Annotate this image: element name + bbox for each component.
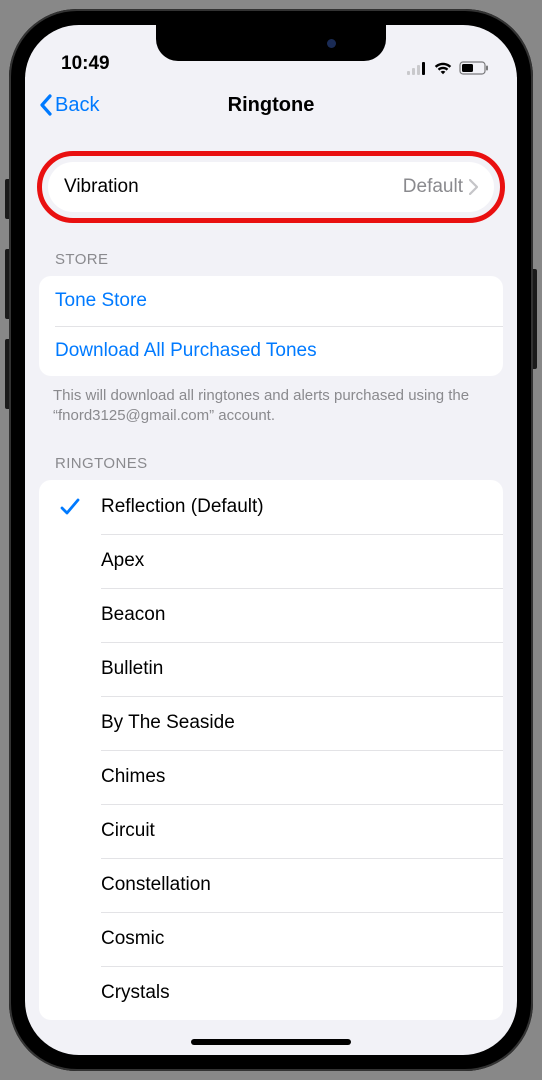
ringtone-row[interactable]: Circuit — [39, 804, 503, 858]
ringtone-row[interactable]: Chimes — [39, 750, 503, 804]
ringtone-label: By The Seaside — [101, 712, 235, 734]
ringtone-row[interactable]: Crystals — [39, 966, 503, 1020]
ringtone-label: Apex — [101, 550, 144, 572]
ringtone-label: Reflection (Default) — [101, 496, 264, 518]
mute-switch — [5, 179, 9, 219]
ringtone-row[interactable]: Cosmic — [39, 912, 503, 966]
wifi-icon — [433, 61, 453, 75]
ringtone-row[interactable]: By The Seaside — [39, 696, 503, 750]
content: Vibration Default STORE Tone Store — [25, 133, 517, 1055]
side-button — [533, 269, 537, 369]
home-indicator[interactable] — [191, 1039, 351, 1045]
screen: 10:49 — [25, 25, 517, 1055]
notch — [156, 25, 386, 61]
section-header-store: STORE — [25, 223, 517, 276]
nav-bar: Back Ringtone — [25, 77, 517, 133]
ringtone-row[interactable]: Bulletin — [39, 642, 503, 696]
back-label: Back — [55, 94, 99, 117]
front-camera — [327, 39, 336, 48]
ringtone-label: Bulletin — [101, 658, 163, 680]
battery-icon — [459, 61, 489, 75]
ringtone-label: Constellation — [101, 874, 211, 896]
annotation-highlight: Vibration Default — [37, 151, 505, 223]
status-right — [407, 61, 489, 75]
tone-store-label: Tone Store — [55, 290, 147, 312]
volume-up-button — [5, 249, 9, 319]
vibration-row[interactable]: Vibration Default — [48, 162, 494, 212]
checkmark-icon — [39, 498, 101, 516]
volume-down-button — [5, 339, 9, 409]
download-all-label: Download All Purchased Tones — [55, 340, 317, 362]
vibration-label: Vibration — [64, 176, 139, 198]
ringtone-row[interactable]: Apex — [39, 534, 503, 588]
ringtone-row[interactable]: Beacon — [39, 588, 503, 642]
vibration-value: Default — [403, 176, 463, 198]
chevron-right-icon — [469, 179, 478, 195]
cellular-icon — [407, 62, 427, 75]
ringtone-label: Crystals — [101, 982, 170, 1004]
download-all-row[interactable]: Download All Purchased Tones — [39, 326, 503, 376]
ringtone-label: Cosmic — [101, 928, 164, 950]
chevron-left-icon — [39, 94, 53, 116]
ringtone-label: Beacon — [101, 604, 165, 626]
ringtone-row[interactable]: Reflection (Default) — [39, 480, 503, 534]
section-footer-store: This will download all ringtones and ale… — [25, 376, 517, 427]
phone-frame: 10:49 — [9, 9, 533, 1071]
back-button[interactable]: Back — [39, 94, 99, 117]
ringtone-label: Chimes — [101, 766, 165, 788]
status-time: 10:49 — [61, 53, 110, 75]
ringtone-row[interactable]: Constellation — [39, 858, 503, 912]
ringtone-list: Reflection (Default) Apex Beacon Bulletin By… — [39, 480, 503, 1020]
section-header-ringtones: RINGTONES — [25, 427, 517, 480]
tone-store-row[interactable]: Tone Store — [39, 276, 503, 326]
store-group: Tone Store Download All Purchased Tones — [39, 276, 503, 376]
ringtone-label: Circuit — [101, 820, 155, 842]
